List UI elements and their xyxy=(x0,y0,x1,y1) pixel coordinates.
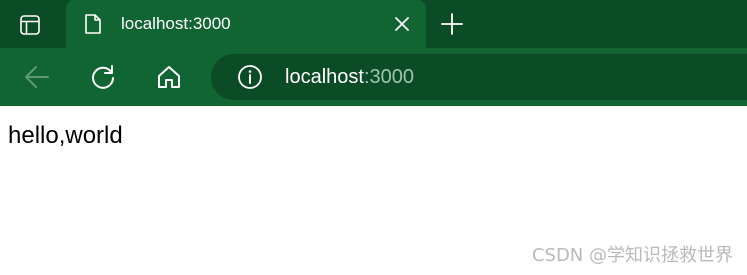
url-host: localhost xyxy=(285,66,364,88)
active-tab[interactable]: localhost:3000 xyxy=(66,0,426,48)
navigation-toolbar: localhost:3000 xyxy=(0,48,747,106)
page-content: hello,world CSDN @学知识拯救世界 xyxy=(0,106,747,275)
url-text[interactable]: localhost:3000 xyxy=(285,65,414,89)
home-icon[interactable] xyxy=(155,63,183,91)
arrow-left-icon[interactable] xyxy=(23,63,51,91)
address-bar[interactable]: localhost:3000 xyxy=(211,54,747,100)
watermark: CSDN @学知识拯救世界 xyxy=(531,245,733,266)
tab-title: localhost:3000 xyxy=(121,14,231,33)
close-icon[interactable] xyxy=(392,14,412,34)
info-icon[interactable] xyxy=(237,64,263,90)
plus-icon[interactable] xyxy=(440,12,464,36)
tab-actions-icon xyxy=(20,15,40,35)
page-body-text: hello,world xyxy=(8,122,123,149)
browser-window: localhost:3000 localhost:3000 hello,worl… xyxy=(0,0,747,275)
page-icon xyxy=(85,14,101,34)
refresh-icon[interactable] xyxy=(89,63,117,91)
tab-strip: localhost:3000 xyxy=(0,0,747,48)
tab-actions-button[interactable] xyxy=(10,11,50,39)
url-port: :3000 xyxy=(363,66,414,88)
